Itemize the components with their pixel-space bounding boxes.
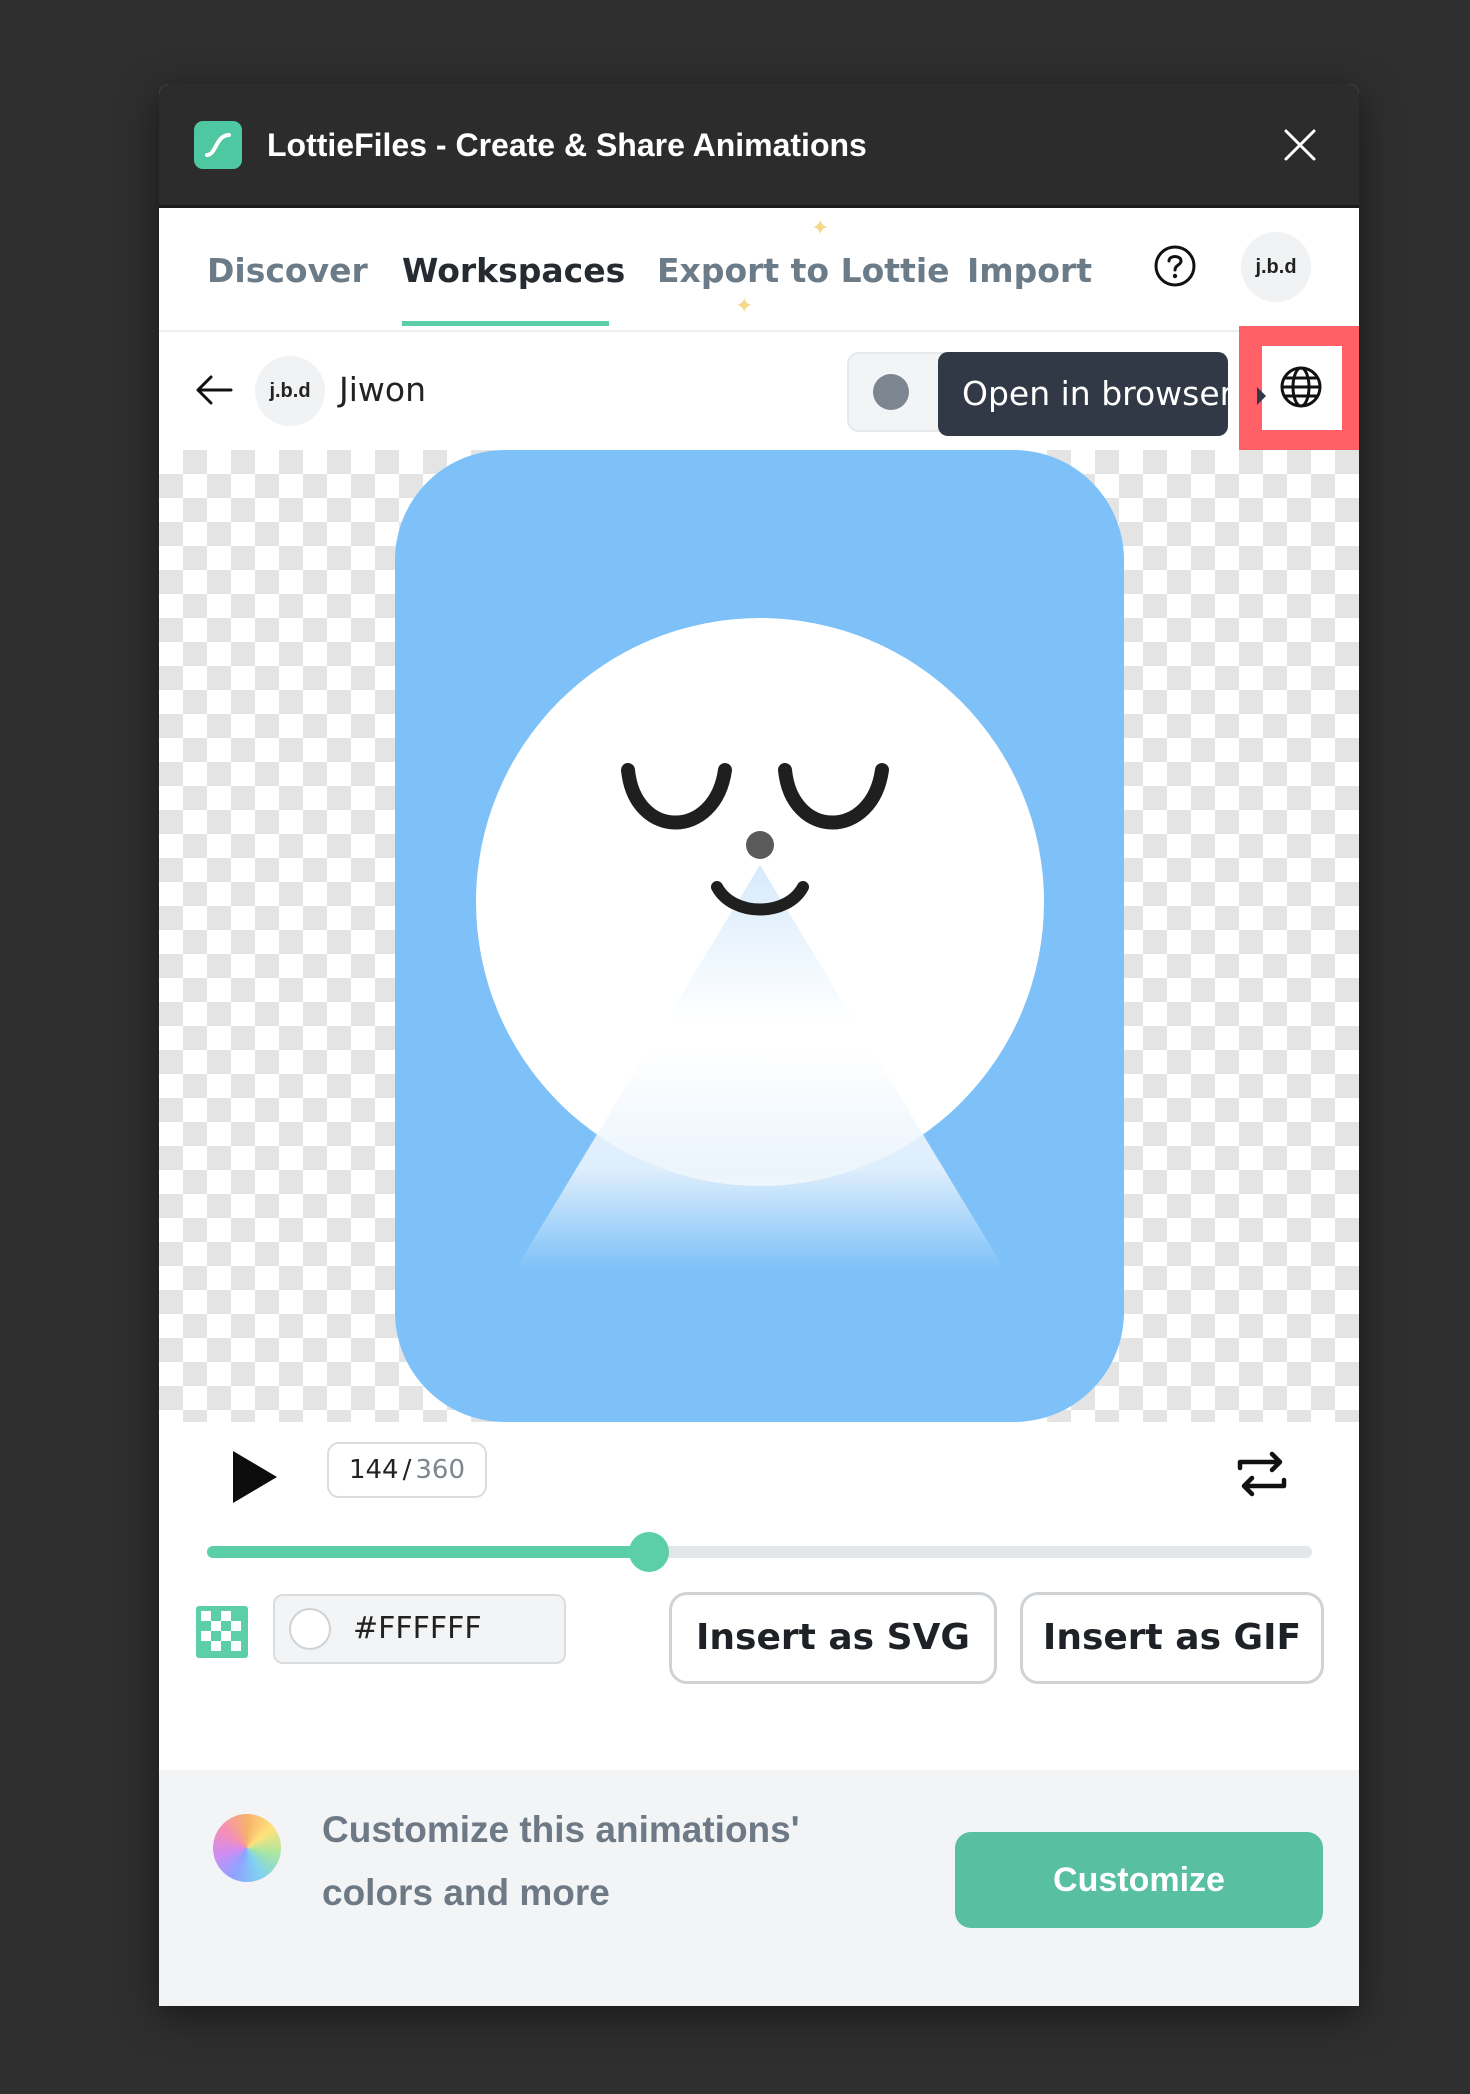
close-icon[interactable]: [1276, 121, 1324, 169]
frame-separator: /: [402, 1455, 412, 1485]
loop-icon[interactable]: [1234, 1446, 1290, 1502]
progress-fill: [207, 1546, 649, 1558]
user-name: Jiwon: [339, 370, 426, 409]
progress-thumb[interactable]: [629, 1532, 669, 1572]
tab-bar: Discover Workspaces Export to Lottie Imp…: [159, 208, 1359, 332]
total-frames: 360: [415, 1455, 466, 1485]
window-title: LottieFiles - Create & Share Animations: [267, 127, 867, 163]
tab-workspaces[interactable]: Workspaces: [402, 246, 625, 296]
customize-banner: Customize this animations' colors and mo…: [159, 1770, 1359, 2006]
tooltip: Open in browser: [938, 352, 1233, 436]
sparkle-icon: ✦: [811, 216, 830, 241]
animation-canvas: [159, 450, 1359, 1422]
color-wheel-icon: [213, 1814, 281, 1882]
animation-preview: [395, 450, 1124, 1422]
background-color-field[interactable]: #FFFFFF: [273, 1594, 566, 1664]
insert-gif-button[interactable]: Insert as GIF: [1020, 1592, 1324, 1684]
color-value: #FFFFFF: [353, 1611, 482, 1646]
tooltip-arrow: [1257, 387, 1266, 405]
player-controls: 144/360 #FFFFFF Insert as SVG Insert as …: [159, 1422, 1359, 1684]
title-bar: LottieFiles - Create & Share Animations: [159, 84, 1359, 208]
tab-export-to-lottie[interactable]: Export to Lottie: [657, 246, 950, 296]
current-frame: 144: [348, 1455, 399, 1485]
active-tab-indicator: [402, 321, 609, 326]
avatar[interactable]: j.b.d: [1241, 232, 1311, 302]
plugin-window: LottieFiles - Create & Share Animations …: [159, 84, 1359, 2006]
user-avatar: j.b.d: [255, 356, 325, 426]
play-icon[interactable]: [229, 1447, 281, 1507]
globe-icon: [1280, 366, 1322, 408]
open-in-browser-button[interactable]: [1262, 346, 1342, 430]
tab-import[interactable]: Import: [967, 246, 1092, 296]
sparkle-icon: ✦: [735, 294, 754, 319]
color-swatch[interactable]: [289, 1608, 331, 1650]
nose: [746, 831, 774, 859]
app-logo-icon: [194, 121, 242, 169]
customize-text: Customize this animations' colors and mo…: [322, 1809, 800, 1913]
status-dot: [873, 374, 909, 410]
insert-svg-button[interactable]: Insert as SVG: [669, 1592, 997, 1684]
user-row: j.b.d Jiwon Open in browser: [159, 326, 1359, 454]
customize-button[interactable]: Customize: [955, 1832, 1323, 1928]
frame-counter[interactable]: 144/360: [327, 1442, 487, 1498]
tab-discover[interactable]: Discover: [207, 246, 368, 296]
help-icon[interactable]: [1153, 244, 1197, 288]
progress-track[interactable]: [207, 1532, 1312, 1572]
back-arrow-icon[interactable]: [193, 369, 235, 411]
transparency-toggle-icon[interactable]: [196, 1606, 248, 1658]
